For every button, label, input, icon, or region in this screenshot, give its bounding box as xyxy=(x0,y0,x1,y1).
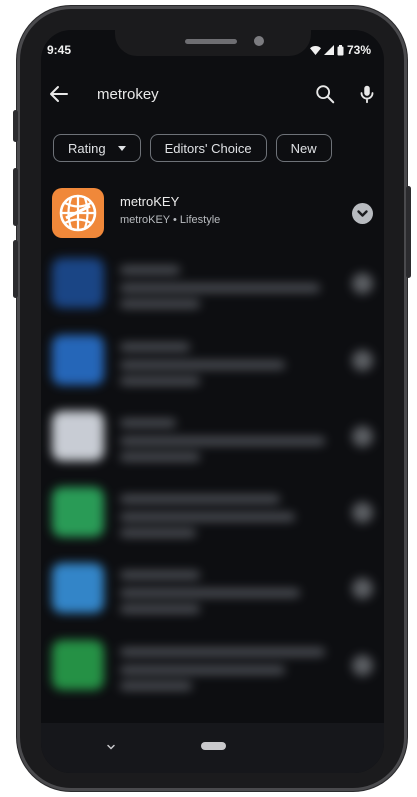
expand-button[interactable] xyxy=(352,426,373,447)
chip-new[interactable]: New xyxy=(275,134,332,162)
separator-dot: • xyxy=(173,214,177,226)
search-icon[interactable] xyxy=(314,83,336,105)
expand-button[interactable] xyxy=(352,655,373,676)
app-icon xyxy=(52,563,104,613)
expand-button[interactable] xyxy=(352,578,373,599)
search-query[interactable]: metrokey xyxy=(97,86,159,103)
front-camera xyxy=(254,36,264,46)
filter-chips: Rating Editors' Choice New xyxy=(53,134,332,162)
expand-button[interactable] xyxy=(352,502,373,523)
expand-button[interactable] xyxy=(352,203,373,224)
app-subtitle: metroKEY • Lifestyle xyxy=(120,214,220,226)
result-row-blurred[interactable] xyxy=(52,258,374,314)
chip-rating[interactable]: Rating xyxy=(53,134,141,162)
phone-side-button xyxy=(13,110,18,142)
expand-button[interactable] xyxy=(352,273,373,294)
mic-icon[interactable] xyxy=(356,83,378,105)
result-row-blurred[interactable] xyxy=(52,411,374,467)
blurred-text xyxy=(120,605,200,613)
blurred-text xyxy=(120,529,196,537)
blurred-text xyxy=(120,300,200,308)
battery-percent: 73% xyxy=(346,43,371,57)
result-row-blurred[interactable] xyxy=(52,640,374,696)
app-developer: metroKEY xyxy=(120,214,170,226)
blurred-text xyxy=(120,682,192,690)
app-icon xyxy=(52,487,104,537)
status-time: 9:45 xyxy=(47,43,72,57)
camera-notch xyxy=(115,30,311,56)
chevron-down-icon xyxy=(357,210,368,217)
app-icon[interactable] xyxy=(52,188,104,238)
globe-grid-icon xyxy=(59,194,97,232)
app-title: metroKEY xyxy=(120,194,180,209)
blurred-text xyxy=(120,266,180,274)
chevron-down-icon[interactable] xyxy=(105,741,117,753)
earpiece xyxy=(185,39,237,44)
expand-button[interactable] xyxy=(352,350,373,371)
phone-volume-up xyxy=(13,168,18,226)
home-pill[interactable] xyxy=(201,742,226,750)
chevron-down-icon xyxy=(117,145,126,151)
chip-editors-choice[interactable]: Editors' Choice xyxy=(149,134,267,162)
screen: 9:45 73% metrokey Rating Editors' Choice… xyxy=(41,30,384,773)
blurred-text xyxy=(120,571,200,579)
chip-label: Rating xyxy=(68,140,106,156)
app-icon xyxy=(52,335,104,385)
wifi-icon xyxy=(309,46,321,55)
blurred-text xyxy=(120,377,200,385)
chip-label: New xyxy=(290,140,317,156)
app-icon xyxy=(52,258,104,308)
blurred-text xyxy=(120,648,325,656)
chip-label: Editors' Choice xyxy=(164,140,252,156)
blurred-text xyxy=(120,284,320,292)
phone-power-button xyxy=(406,186,411,278)
blurred-text xyxy=(120,453,200,461)
battery-icon xyxy=(337,44,344,55)
blurred-text xyxy=(120,513,295,521)
blurred-text xyxy=(120,343,190,351)
app-icon xyxy=(52,640,104,690)
blurred-text xyxy=(120,437,325,445)
phone-volume-down xyxy=(13,240,18,298)
blurred-text xyxy=(120,666,285,674)
result-row-blurred[interactable] xyxy=(52,487,374,543)
blurred-text xyxy=(120,419,176,427)
blurred-text xyxy=(120,495,280,503)
back-arrow-icon[interactable] xyxy=(47,82,71,106)
blurred-text xyxy=(120,361,285,369)
blurred-text xyxy=(120,589,300,597)
result-row-metrokey[interactable]: metroKEY metroKEY • Lifestyle xyxy=(52,188,374,244)
result-row-blurred[interactable] xyxy=(52,335,374,391)
system-nav-bar xyxy=(41,723,384,773)
app-icon xyxy=(52,411,104,461)
result-row-blurred[interactable] xyxy=(52,563,374,619)
app-category: Lifestyle xyxy=(179,214,221,226)
search-bar: metrokey xyxy=(41,78,384,114)
signal-icon xyxy=(323,45,334,55)
